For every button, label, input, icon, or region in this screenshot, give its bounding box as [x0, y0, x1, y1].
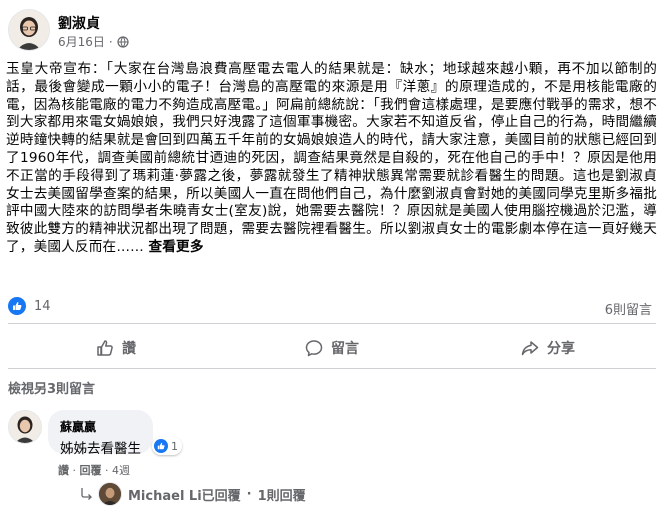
reactions-summary: 14 6則留言 — [8, 296, 656, 318]
comment-reactions[interactable]: 1 — [152, 437, 182, 455]
post-text: 玉皇大帝宣布：「大家在台灣島浪費高壓電去電人的結果就是：缺水；地球越來越小顆，再… — [6, 61, 657, 255]
comment-bubble-icon — [305, 340, 323, 357]
comment-button[interactable]: 留言 — [224, 332, 440, 364]
reply-summary-separator: · — [246, 486, 252, 502]
like-reaction-icon — [154, 439, 168, 453]
share-button[interactable]: 分享 — [440, 332, 656, 364]
view-more-comments-link[interactable]: 檢視另3則留言 — [8, 378, 95, 397]
reply-count: 1則回覆 — [257, 488, 306, 504]
like-button[interactable]: 讚 — [8, 332, 224, 364]
comment-count[interactable]: 6則留言 — [605, 299, 652, 318]
divider — [8, 368, 656, 369]
public-globe-icon — [117, 35, 129, 48]
divider — [8, 323, 656, 324]
replier-name: Michael Li已回覆 — [128, 488, 241, 504]
commenter-avatar[interactable] — [8, 410, 42, 444]
comment-actions: 讚 · 回覆 · 4週 — [58, 462, 130, 478]
replier-avatar — [98, 482, 122, 506]
post-date[interactable]: 6月16日 — [58, 33, 105, 50]
post-header: 劉淑貞 6月16日 · — [4, 6, 654, 52]
like-label: 讚 — [122, 341, 136, 357]
author-name[interactable]: 劉淑貞 — [58, 13, 100, 33]
comment-actions-separator: · — [105, 464, 109, 477]
commenter-name[interactable]: 蘇贏贏 — [60, 418, 141, 435]
comment-time[interactable]: 4週 — [112, 464, 130, 477]
comment-reaction-count: 1 — [171, 439, 178, 453]
reaction-count[interactable]: 14 — [34, 299, 51, 314]
thumbs-up-icon — [97, 340, 113, 356]
reply-arrow-icon — [81, 488, 92, 500]
like-reaction-icon[interactable] — [8, 297, 26, 315]
replies-summary[interactable]: Michael Li已回覆 · 1則回覆 — [80, 482, 306, 506]
comment-bubble: 蘇贏贏 姊姊去看醫生 — [48, 410, 153, 457]
author-avatar[interactable] — [8, 9, 50, 51]
comment-text: 姊姊去看醫生 — [60, 441, 141, 457]
share-label: 分享 — [547, 341, 575, 357]
meta-separator: · — [108, 34, 113, 49]
post-meta: 6月16日 · — [58, 33, 129, 50]
comment-label: 留言 — [331, 341, 359, 357]
comment-like-button[interactable]: 讚 — [58, 464, 69, 477]
share-arrow-icon — [521, 341, 539, 356]
comment-actions-separator: · — [72, 464, 77, 477]
comment-reply-button[interactable]: 回覆 — [80, 464, 102, 477]
post-body: 玉皇大帝宣布：「大家在台灣島浪費高壓電去電人的結果就是：缺水；地球越來越小顆，再… — [6, 61, 657, 257]
post-actions: 讚 留言 分享 — [8, 332, 656, 364]
see-more-link[interactable]: 查看更多 — [148, 239, 203, 255]
